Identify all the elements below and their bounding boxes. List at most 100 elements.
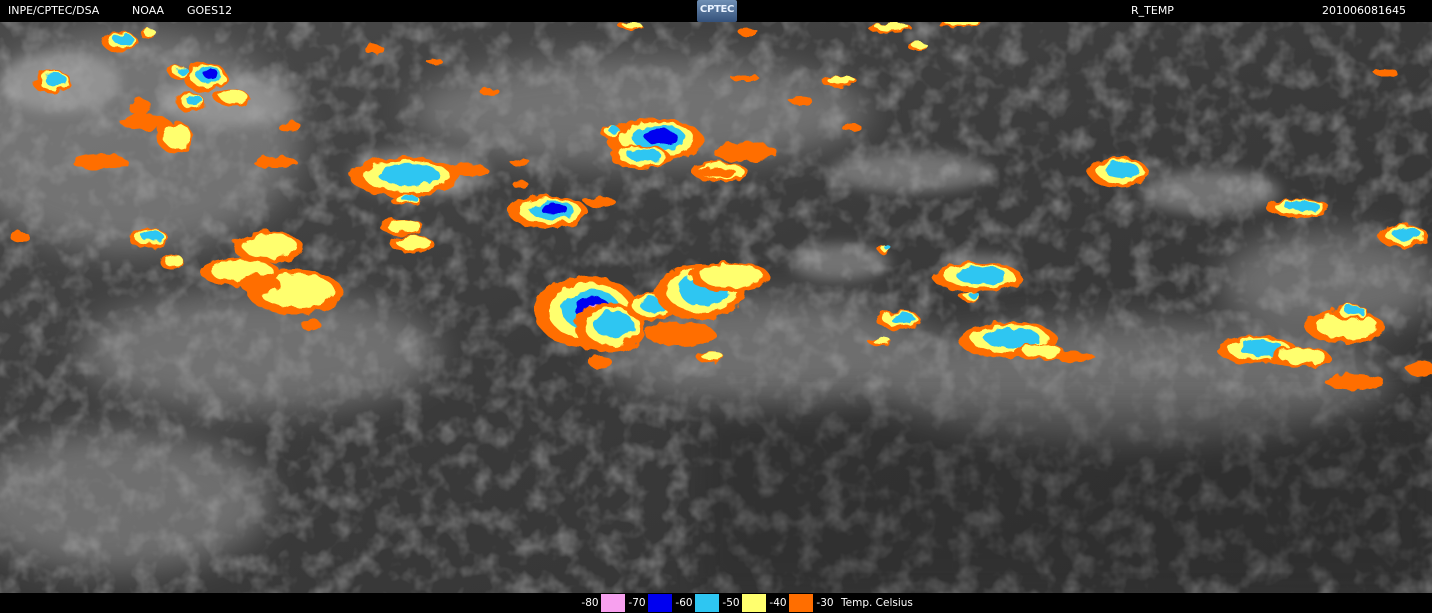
- temperature-contour: [701, 351, 723, 361]
- temperature-legend: -80 -70 -60 -50 -40 -30 Temp. Celsius: [578, 594, 913, 612]
- cold-cloud-top: [960, 292, 980, 302]
- temperature-contour: [1055, 352, 1095, 362]
- temperature-contour: [627, 148, 661, 162]
- cold-cloud-top: [876, 310, 920, 330]
- cold-cloud-top: [510, 158, 530, 166]
- temperature-contour: [162, 123, 192, 149]
- cold-cloud-top: [738, 28, 758, 36]
- temperature-contour: [884, 245, 892, 251]
- cold-cloud-top: [713, 142, 777, 162]
- temperature-contour: [700, 167, 736, 177]
- legend-swatch: [601, 594, 625, 612]
- temperature-contour: [1373, 68, 1397, 76]
- cold-cloud-top: [183, 62, 227, 92]
- cold-cloud-top: [1325, 374, 1385, 390]
- legend-item: -70: [625, 594, 672, 612]
- temperature-contour: [113, 34, 135, 46]
- legend-value: -30: [813, 594, 836, 612]
- datetime-label: 201006081645: [1322, 4, 1406, 17]
- temperature-contour: [594, 311, 634, 339]
- cold-cloud-top: [168, 65, 188, 79]
- cold-cloud-top: [253, 156, 297, 168]
- satellite-owner-label: NOAA: [132, 4, 165, 17]
- temperature-contour: [512, 180, 528, 188]
- temperature-contour: [72, 154, 128, 170]
- temperature-contour: [400, 194, 418, 202]
- temperature-contour: [242, 233, 298, 259]
- cold-cloud-top: [700, 167, 736, 177]
- temperature-contour: [731, 74, 759, 82]
- temperature-contour: [44, 73, 68, 87]
- header-bar: INPE/CPTEC/DSA NOAA GOES12 CPTEC R_TEMP …: [0, 0, 1432, 22]
- temperature-contour: [140, 230, 164, 242]
- logo-text: CPTEC: [699, 4, 735, 15]
- cold-cloud-top: [390, 235, 434, 253]
- temperature-contour: [842, 124, 862, 132]
- legend-value: -60: [672, 594, 695, 612]
- temperature-contour: [700, 264, 764, 288]
- temperature-contour: [253, 156, 297, 168]
- cold-cloud-top: [1378, 224, 1428, 248]
- cold-cloud-top: [176, 92, 204, 112]
- cold-cloud-top: [868, 23, 912, 33]
- temperature-contour: [889, 312, 915, 324]
- legend-swatch: [742, 594, 766, 612]
- temperature-contour: [738, 28, 758, 36]
- satellite-label: GOES12: [187, 4, 233, 17]
- cold-cloud-top: [1055, 352, 1095, 362]
- cold-cloud-top: [932, 262, 1022, 292]
- cold-cloud-top: [128, 99, 152, 115]
- temperature-contour: [427, 59, 443, 65]
- product-label: R_TEMP: [1131, 4, 1174, 17]
- temperature-contour: [378, 163, 440, 187]
- temperature-contour: [1393, 227, 1421, 241]
- cold-cloud-top: [1088, 157, 1148, 187]
- legend-value: -50: [719, 594, 742, 612]
- temperature-contour: [240, 274, 280, 294]
- satellite-image-frame: INPE/CPTEC/DSA NOAA GOES12 CPTEC R_TEMP …: [0, 0, 1432, 613]
- temperature-contour: [588, 356, 612, 368]
- temperature-contour: [396, 235, 432, 251]
- cold-cloud-top: [508, 196, 588, 228]
- cold-cloud-top: [214, 90, 250, 106]
- cold-cloud-top: [1270, 347, 1330, 367]
- cold-cloud-top: [584, 197, 616, 207]
- infrared-satellite-image: [0, 22, 1432, 593]
- temperature-contour: [827, 76, 857, 86]
- cold-cloud-top: [788, 96, 812, 104]
- temperature-contour: [622, 22, 642, 29]
- cold-cloud-top: [588, 356, 612, 368]
- cold-cloud-top: [32, 71, 72, 93]
- legend-swatch: [695, 594, 719, 612]
- legend-bar: -80 -70 -60 -50 -40 -30 Temp. Celsius: [0, 593, 1432, 613]
- legend-unit-label: Temp. Celsius: [841, 597, 913, 609]
- temperature-contour: [510, 158, 530, 166]
- temperature-contour: [10, 232, 30, 242]
- cold-cloud-top: [278, 122, 302, 132]
- cold-cloud-top: [1373, 68, 1397, 76]
- temperature-contour: [872, 337, 892, 345]
- temperature-contour: [955, 266, 1007, 284]
- legend-value: -40: [766, 594, 789, 612]
- cold-cloud-top: [618, 22, 642, 30]
- temperature-contour: [713, 142, 777, 162]
- temperature-contour: [1325, 374, 1385, 390]
- cold-cloud-top: [350, 157, 460, 197]
- legend-item: -50: [719, 594, 766, 612]
- legend-swatch: [789, 594, 813, 612]
- temperature-contour: [143, 29, 157, 37]
- cold-cloud-top: [480, 88, 500, 96]
- temperature-contour: [186, 94, 202, 106]
- temperature-contour: [1284, 200, 1320, 212]
- legend-item: -80: [578, 594, 625, 612]
- cold-cloud-top: [600, 126, 620, 138]
- cold-cloud-top: [731, 74, 759, 82]
- temperature-contour: [1343, 305, 1365, 315]
- temperature-contour: [584, 197, 616, 207]
- temperature-contour: [278, 122, 302, 132]
- legend-item: -60: [672, 594, 719, 612]
- cold-cloud-top: [610, 145, 670, 169]
- cold-cloud-top: [160, 254, 184, 270]
- temperature-contour: [788, 96, 812, 104]
- temperature-contour: [645, 322, 715, 346]
